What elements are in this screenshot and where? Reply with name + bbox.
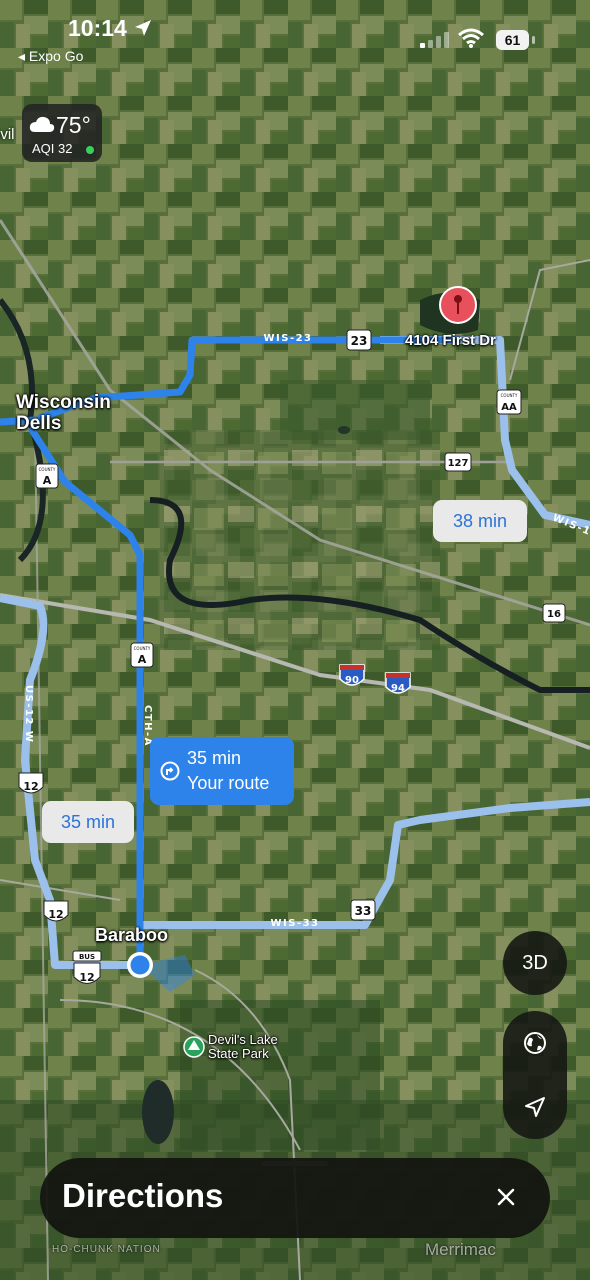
globe-icon [524, 1032, 546, 1054]
selected-route-bubble[interactable]: 35 min Your route [150, 737, 294, 805]
map-view[interactable]: WIS-23 WIS-33 WIS-12 US-12 W CTH-A 23 CO… [0, 0, 590, 1280]
alt-route-eta-north[interactable]: 38 min [433, 500, 527, 542]
map-controls [503, 1011, 567, 1139]
shield-county-aa: COUNTY AA [496, 389, 522, 415]
shield-wis-33: 33 [350, 899, 376, 921]
svg-text:AA: AA [501, 402, 517, 413]
battery-icon: 61 [496, 30, 536, 50]
route-time: 35 min [187, 748, 242, 768]
destination-pin[interactable] [439, 286, 477, 324]
svg-text:33: 33 [355, 904, 372, 918]
park-icon [183, 1036, 205, 1058]
svg-text:94: 94 [391, 683, 405, 694]
svg-text:90: 90 [345, 675, 359, 686]
shield-us-12-north: 12 [18, 772, 44, 794]
three-d-button[interactable]: 3D [503, 931, 567, 995]
weather-aqi: AQI 32 [32, 141, 73, 156]
svg-text:127: 127 [448, 458, 469, 469]
status-bar: 10:14 ◂ Expo Go 61 [0, 0, 590, 80]
svg-text:12: 12 [79, 971, 94, 984]
svg-text:BUS: BUS [79, 953, 95, 961]
shield-wis-127: 127 [444, 452, 472, 472]
shield-us-12-mid: 12 [43, 900, 69, 922]
road-label-wis23: WIS-23 [263, 333, 312, 344]
shield-i-94: 94 [385, 672, 411, 694]
svg-text:COUNTY: COUNTY [501, 393, 518, 398]
cellular-signal-icon [420, 32, 449, 48]
city-label-wisconsin-dells: Wisconsin Dells [16, 392, 111, 434]
sheet-title: Directions [62, 1177, 224, 1214]
place-label-ho-chunk: HO-CHUNK NATION [52, 1244, 161, 1255]
location-services-icon [135, 20, 151, 36]
svg-text:COUNTY: COUNTY [39, 467, 56, 472]
road-label-wis33: WIS-33 [270, 918, 319, 929]
route-icon [160, 761, 180, 781]
svg-text:A: A [138, 653, 147, 666]
shield-wis-16: 16 [542, 603, 566, 623]
svg-text:23: 23 [351, 334, 368, 348]
shield-county-a-north: COUNTY A [35, 463, 59, 489]
svg-text:16: 16 [547, 609, 561, 620]
city-label-baraboo: Baraboo [95, 925, 169, 945]
shield-i-90: 90 [339, 664, 365, 686]
shield-bus-12: BUS 12 [72, 950, 102, 984]
park-label[interactable]: Devil's Lake State Park [208, 1033, 292, 1061]
close-icon [497, 1188, 515, 1206]
place-label-merrimac: Merrimac [425, 1240, 496, 1259]
cloud-icon [29, 116, 55, 132]
svg-text:12: 12 [48, 908, 63, 921]
locate-me-button[interactable] [503, 1075, 567, 1139]
close-button[interactable] [484, 1175, 528, 1219]
destination-label[interactable]: 4104 First Dr [405, 332, 496, 349]
location-arrow-icon [525, 1097, 545, 1117]
back-to-app-link[interactable]: ◂ Expo Go [18, 48, 83, 65]
shield-county-a-south: COUNTY A [130, 642, 154, 668]
weather-widget[interactable]: 75° AQI 32 [22, 104, 102, 162]
svg-text:COUNTY: COUNTY [134, 646, 151, 651]
status-time: 10:14 [68, 15, 127, 41]
map-edge-place-label: nvil [0, 126, 15, 143]
route-label: Your route [187, 773, 270, 793]
svg-text:A: A [43, 474, 52, 487]
weather-temperature: 75° [56, 112, 91, 138]
shield-wis-23: 23 [346, 329, 372, 351]
battery-level: 61 [496, 30, 529, 50]
map-style-button[interactable] [503, 1011, 567, 1075]
aqi-status-dot [86, 146, 94, 154]
road-label-us12w: US-12 W [23, 685, 34, 743]
directions-sheet[interactable]: Directions [40, 1158, 550, 1238]
svg-text:12: 12 [23, 780, 38, 793]
wifi-icon [458, 28, 484, 48]
alt-route-eta-west[interactable]: 35 min [42, 801, 134, 843]
